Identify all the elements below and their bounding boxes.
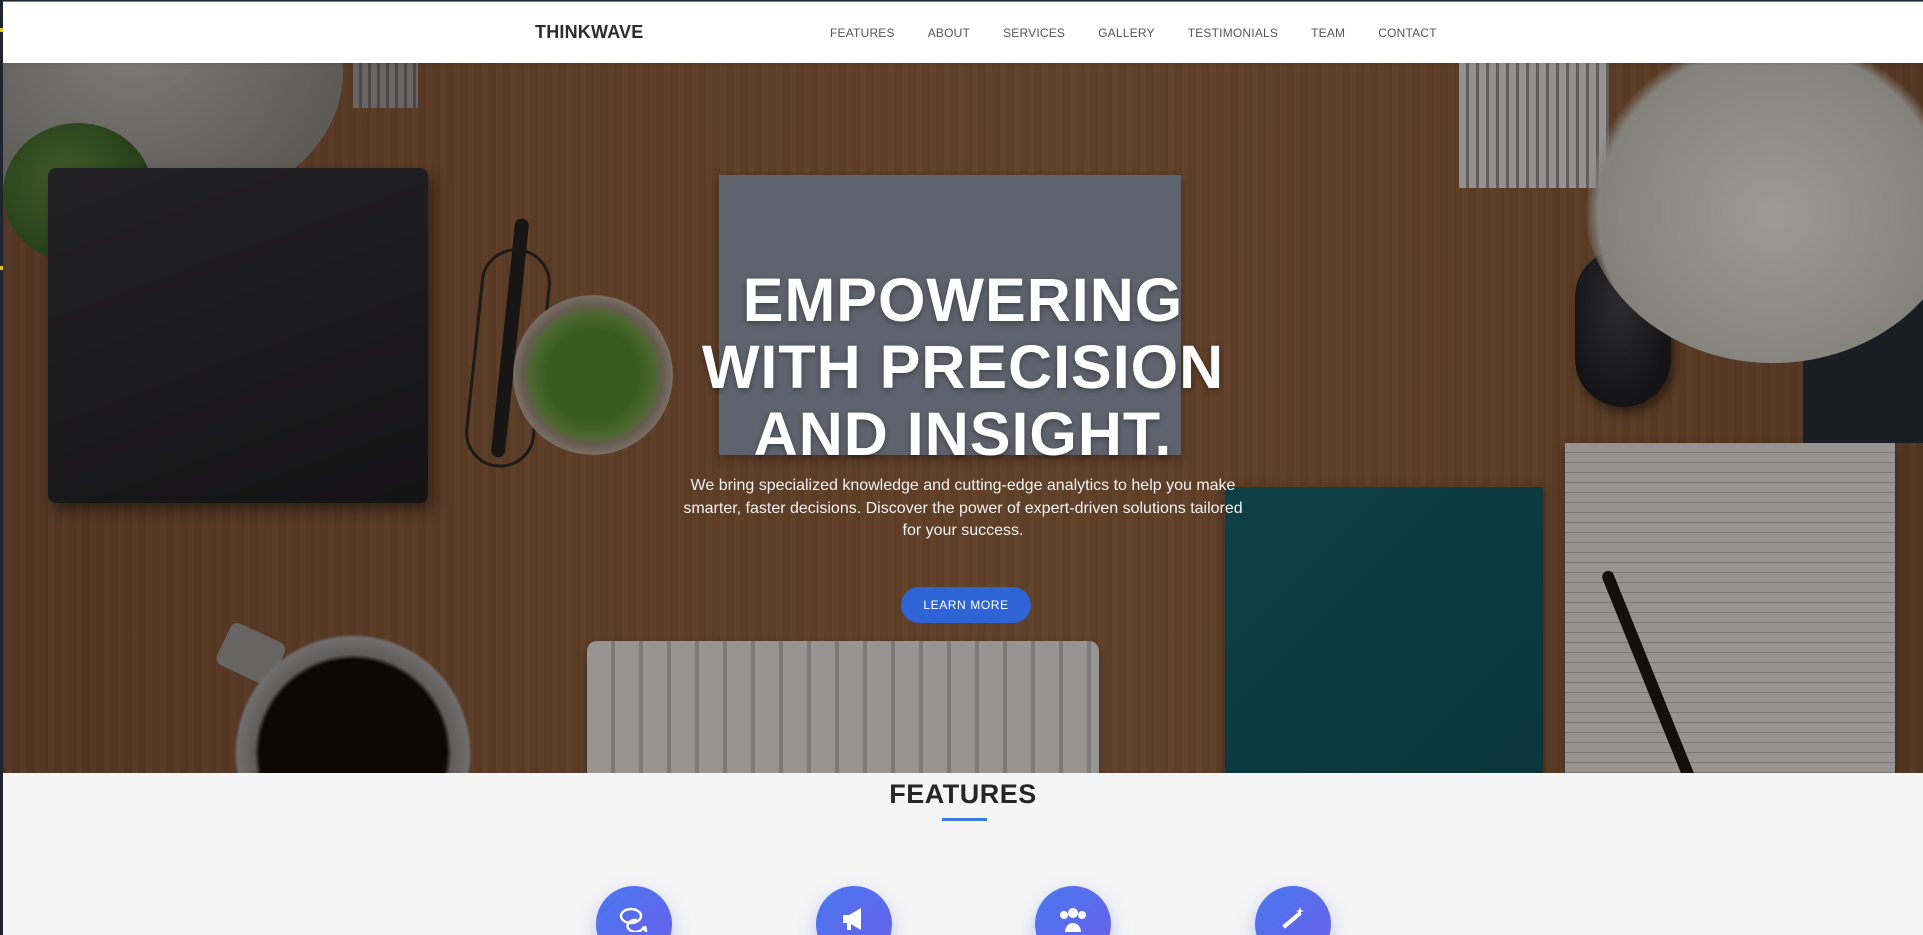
hero-subtitle: We bring specialized knowledge and cutti… xyxy=(683,477,1243,539)
megaphone-icon[interactable] xyxy=(816,886,892,935)
hero-section: EMPOWERING WITH PRECISION AND INSIGHT. W… xyxy=(3,63,1923,773)
nav-link-features[interactable]: FEATURES xyxy=(830,26,895,40)
chat-bubbles-icon[interactable] xyxy=(596,886,672,935)
features-section: FEATURES xyxy=(3,773,1923,935)
browser-viewport: THINKWAVE FEATURES ABOUT SERVICES GALLER… xyxy=(3,1,1923,935)
section-title: FEATURES xyxy=(889,779,1037,809)
hero-title-line: WITH PRECISION xyxy=(701,333,1225,401)
navbar: THINKWAVE FEATURES ABOUT SERVICES GALLER… xyxy=(3,2,1923,63)
nav-link-services[interactable]: SERVICES xyxy=(1003,26,1065,40)
brand-logo[interactable]: THINKWAVE xyxy=(535,22,643,43)
nav-link-contact[interactable]: CONTACT xyxy=(1378,26,1437,40)
section-title-underline xyxy=(942,818,987,821)
nav-link-team[interactable]: TEAM xyxy=(1311,26,1345,40)
nav-link-about[interactable]: ABOUT xyxy=(928,26,970,40)
magic-wand-icon[interactable] xyxy=(1255,886,1331,935)
hero-content: EMPOWERING WITH PRECISION AND INSIGHT. W… xyxy=(3,63,1923,773)
learn-more-button[interactable]: LEARN MORE xyxy=(901,587,1031,623)
nav-link-testimonials[interactable]: TESTIMONIALS xyxy=(1188,26,1278,40)
hero-title-line: AND INSIGHT. xyxy=(753,400,1173,468)
hero-title-line: EMPOWERING xyxy=(742,266,1184,334)
hero-title: EMPOWERING WITH PRECISION AND INSIGHT. xyxy=(3,267,1923,468)
users-icon[interactable] xyxy=(1035,886,1111,935)
main-nav: FEATURES ABOUT SERVICES GALLERY TESTIMON… xyxy=(830,26,1470,40)
nav-link-gallery[interactable]: GALLERY xyxy=(1098,26,1155,40)
